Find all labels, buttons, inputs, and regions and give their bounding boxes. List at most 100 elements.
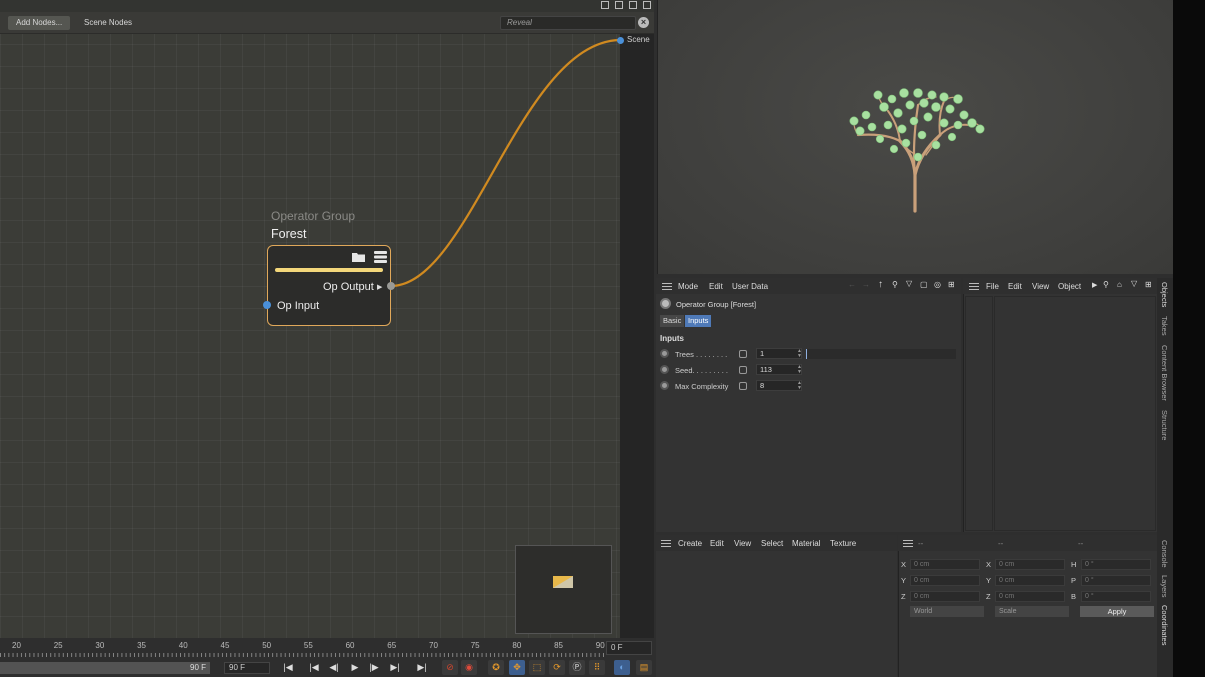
tab-basic[interactable]: Basic bbox=[660, 315, 685, 327]
rotate-key-icon[interactable]: ⟳ bbox=[549, 660, 565, 675]
film-strip-icon[interactable]: ▤ bbox=[636, 660, 652, 675]
size-y-field[interactable]: 0 cm bbox=[995, 575, 1065, 586]
current-frame-field[interactable]: 0 F bbox=[606, 641, 652, 655]
max-complexity-stepper-icon[interactable]: ▲ ▼ bbox=[797, 381, 802, 391]
prev-key-icon[interactable]: |◀ bbox=[306, 660, 322, 675]
seed-param-toggle[interactable] bbox=[660, 365, 669, 374]
forward-arrow-icon[interactable]: → bbox=[862, 280, 870, 289]
rot-p-field[interactable]: 0 ° bbox=[1081, 575, 1151, 586]
search-icon[interactable]: ⚲ bbox=[892, 280, 898, 289]
tab-structure[interactable]: Structure bbox=[1160, 410, 1169, 440]
play-icon[interactable]: ▶ bbox=[347, 660, 363, 675]
menu-edit[interactable]: Edit bbox=[1008, 282, 1022, 291]
object-list[interactable] bbox=[994, 296, 1156, 531]
param-key-icon[interactable]: Ⓟ bbox=[569, 660, 585, 675]
new-panel-icon[interactable]: ⊞ bbox=[948, 280, 955, 289]
size-mode-dropdown[interactable]: Scale bbox=[995, 606, 1069, 617]
hamburger-icon[interactable] bbox=[903, 540, 913, 547]
tab-inputs[interactable]: Inputs bbox=[685, 315, 712, 327]
op-output-port[interactable] bbox=[387, 282, 395, 290]
op-input-port[interactable] bbox=[263, 301, 271, 309]
split-layout-icon[interactable] bbox=[615, 1, 623, 9]
op-output-label: Op Output bbox=[323, 281, 374, 293]
folder-icon[interactable] bbox=[352, 252, 365, 262]
keyframe-icon[interactable]: ✪ bbox=[488, 660, 504, 675]
pos-y-field[interactable]: 0 cm bbox=[910, 575, 980, 586]
seed-field[interactable]: 113 bbox=[756, 364, 802, 375]
autokey-icon[interactable]: ◉ bbox=[461, 660, 477, 675]
rot-b-field[interactable]: 0 ° bbox=[1081, 591, 1151, 602]
menu-material[interactable]: Material bbox=[792, 539, 820, 548]
size-x-field[interactable]: 0 cm bbox=[995, 559, 1065, 570]
up-arrow-icon[interactable]: ↑ bbox=[878, 279, 883, 290]
next-key-icon[interactable]: ▶| bbox=[387, 660, 403, 675]
rot-h-field[interactable]: 0 ° bbox=[1081, 559, 1151, 570]
trees-param-toggle[interactable] bbox=[660, 349, 669, 358]
menu-file[interactable]: File bbox=[986, 282, 999, 291]
more-arrow-icon[interactable]: ▶ bbox=[1092, 281, 1097, 289]
max-complexity-field[interactable]: 8 bbox=[756, 380, 802, 391]
move-key-icon[interactable]: ✥ bbox=[509, 660, 525, 675]
tab-console[interactable]: Console bbox=[1160, 540, 1169, 568]
pla-key-icon[interactable]: ⠿ bbox=[589, 660, 605, 675]
node-navigator-minimap[interactable] bbox=[515, 545, 612, 634]
menu-create[interactable]: Create bbox=[678, 539, 702, 548]
hamburger-icon[interactable] bbox=[969, 283, 979, 290]
pos-z-field[interactable]: 0 cm bbox=[910, 591, 980, 602]
home-icon[interactable]: ⌂ bbox=[1117, 280, 1122, 289]
scene-input-port[interactable] bbox=[617, 37, 624, 44]
expand-arrow-icon[interactable]: ▶ bbox=[377, 283, 382, 291]
end-frame-field[interactable]: 90 F bbox=[224, 662, 270, 674]
tab-content-browser[interactable]: Content Browser bbox=[1160, 345, 1169, 401]
seed-keyframe-checkbox[interactable] bbox=[739, 366, 747, 374]
next-frame-icon[interactable]: |▶ bbox=[366, 660, 382, 675]
filter-icon[interactable]: ▽ bbox=[906, 279, 912, 288]
menu-edit[interactable]: Edit bbox=[709, 282, 723, 291]
sound-icon[interactable]: ◐ bbox=[614, 660, 630, 675]
pos-x-axis: X bbox=[901, 560, 907, 569]
trees-field[interactable]: 1 bbox=[756, 348, 802, 359]
menu-view[interactable]: View bbox=[734, 539, 751, 548]
trees-stepper-icon[interactable]: ▲ ▼ bbox=[797, 349, 802, 359]
hamburger-icon[interactable] bbox=[662, 283, 672, 290]
scale-key-icon[interactable]: ⬚ bbox=[529, 660, 545, 675]
tab-coordinates[interactable]: Coordinates bbox=[1160, 605, 1169, 645]
lock-icon[interactable]: ▢ bbox=[920, 280, 928, 289]
settings-icon[interactable]: ◎ bbox=[934, 280, 941, 289]
new-panel-icon[interactable]: ⊞ bbox=[1145, 280, 1152, 289]
menu-texture[interactable]: Texture bbox=[830, 539, 856, 548]
go-to-start-icon[interactable]: |◀ bbox=[280, 660, 296, 675]
tab-objects[interactable]: Objects bbox=[1160, 282, 1169, 307]
coordinate-space-dropdown[interactable]: World bbox=[910, 606, 984, 617]
filter-icon[interactable]: ▽ bbox=[1131, 279, 1137, 288]
search-icon[interactable]: ⚲ bbox=[1103, 280, 1109, 289]
go-to-end-icon[interactable]: ▶| bbox=[414, 660, 430, 675]
seed-stepper-icon[interactable]: ▲ ▼ bbox=[797, 365, 802, 375]
trees-slider[interactable] bbox=[806, 349, 956, 359]
frame-range-slider[interactable] bbox=[0, 662, 210, 674]
panel-layout-icon[interactable] bbox=[601, 1, 609, 9]
prev-frame-icon[interactable]: ◀| bbox=[326, 660, 342, 675]
trees-keyframe-checkbox[interactable] bbox=[739, 350, 747, 358]
material-manager-panel[interactable] bbox=[656, 535, 897, 677]
menu-user-data[interactable]: User Data bbox=[732, 282, 768, 291]
menu-object[interactable]: Object bbox=[1058, 282, 1081, 291]
lock-icon[interactable] bbox=[629, 1, 637, 9]
menu-edit[interactable]: Edit bbox=[710, 539, 724, 548]
menu-icon[interactable] bbox=[374, 251, 387, 263]
back-arrow-icon[interactable]: ← bbox=[848, 280, 856, 289]
apply-button[interactable]: Apply bbox=[1080, 606, 1154, 617]
max-complexity-keyframe-checkbox[interactable] bbox=[739, 382, 747, 390]
object-list-icons-column[interactable] bbox=[965, 296, 993, 531]
tab-takes[interactable]: Takes bbox=[1160, 316, 1169, 336]
menu-view[interactable]: View bbox=[1032, 282, 1049, 291]
menu-select[interactable]: Select bbox=[761, 539, 783, 548]
expand-icon[interactable] bbox=[643, 1, 651, 9]
record-off-icon[interactable]: ⊘ bbox=[442, 660, 458, 675]
max-complexity-param-toggle[interactable] bbox=[660, 381, 669, 390]
hamburger-icon[interactable] bbox=[661, 540, 671, 547]
pos-x-field[interactable]: 0 cm bbox=[910, 559, 980, 570]
tab-layers[interactable]: Layers bbox=[1160, 575, 1169, 598]
menu-mode[interactable]: Mode bbox=[678, 282, 698, 291]
size-z-field[interactable]: 0 cm bbox=[995, 591, 1065, 602]
